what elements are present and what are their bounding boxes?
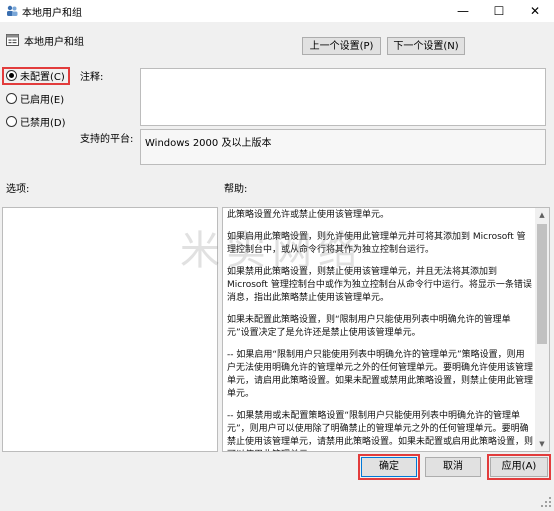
- help-paragraph: -- 如果禁用或未配置策略设置“限制用户只能使用列表中明确允许的管理单元”，则用…: [227, 411, 534, 451]
- policy-setting-icon: [6, 34, 19, 46]
- radio-label: 已启用(E): [20, 95, 65, 106]
- radio-dot-selected-icon: [6, 70, 17, 81]
- supported-platform-label: 支持的平台:: [80, 134, 134, 145]
- help-paragraph: -- 如果启用“限制用户只能使用列表中明确允许的管理单元”策略设置，则用户无法使…: [227, 350, 534, 399]
- options-label: 选项:: [6, 184, 30, 195]
- radio-enabled[interactable]: 已启用(E): [6, 93, 64, 107]
- next-setting-button[interactable]: 下一个设置(N): [387, 37, 465, 55]
- maximize-button[interactable]: ☐: [482, 0, 516, 22]
- comment-textarea[interactable]: [140, 68, 546, 126]
- scroll-down-arrow-icon[interactable]: ▼: [535, 437, 549, 451]
- previous-setting-button[interactable]: 上一个设置(P): [302, 37, 381, 55]
- cancel-button[interactable]: 取消: [425, 457, 481, 477]
- radio-dot-icon: [6, 116, 17, 127]
- comment-label: 注释:: [80, 72, 104, 83]
- watermark: 米实网络: [180, 228, 364, 274]
- setting-name: 本地用户和组: [24, 37, 84, 48]
- users-group-icon: [7, 5, 18, 16]
- window-title: 本地用户和组: [22, 8, 82, 19]
- scrollbar-thumb[interactable]: [537, 224, 547, 344]
- help-scrollbar[interactable]: ▲ ▼: [535, 208, 549, 451]
- help-paragraph: 如果未配置此策略设置，则“限制用户只能使用列表中明确允许的管理单元”设置决定了是…: [227, 315, 511, 338]
- radio-label: 已禁用(D): [20, 118, 66, 129]
- minimize-button[interactable]: —: [446, 0, 480, 22]
- radio-dot-icon: [6, 93, 17, 104]
- scroll-up-arrow-icon[interactable]: ▲: [535, 208, 549, 222]
- radio-disabled[interactable]: 已禁用(D): [6, 116, 66, 130]
- radio-not-configured[interactable]: 未配置(C): [6, 70, 65, 84]
- ok-button[interactable]: 确定: [361, 457, 417, 477]
- radio-label: 未配置(C): [20, 72, 65, 83]
- apply-button[interactable]: 应用(A): [490, 457, 548, 477]
- resize-grip-icon[interactable]: [541, 497, 551, 507]
- supported-platform-field: Windows 2000 及以上版本: [140, 129, 546, 165]
- close-button[interactable]: ✕: [518, 0, 552, 22]
- help-label: 帮助:: [224, 184, 248, 195]
